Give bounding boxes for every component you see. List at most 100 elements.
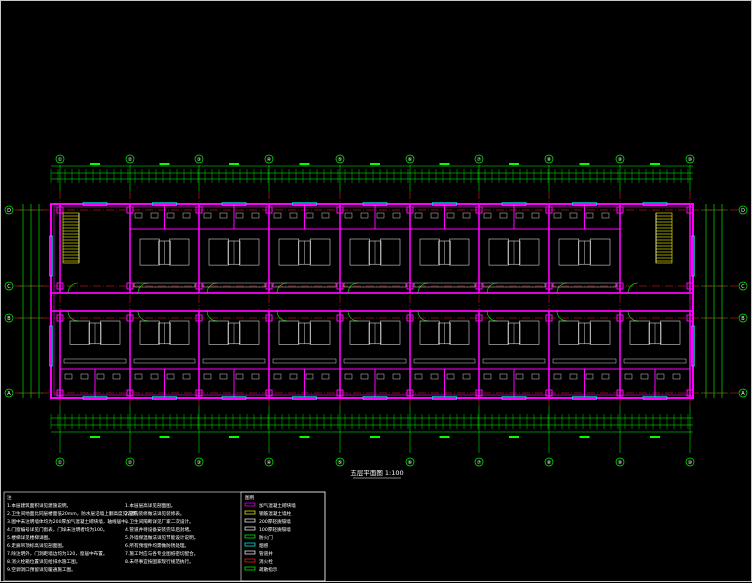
axis-bubble-label: ④: [267, 157, 272, 163]
stair-east: [655, 212, 673, 264]
fixture: [96, 373, 105, 380]
dim-text-mark: [509, 436, 519, 438]
dim-text-mark: [650, 436, 660, 438]
fixture: [446, 373, 455, 380]
legend-swatch: [244, 526, 256, 531]
fixture: [531, 212, 540, 219]
legend-swatch: [244, 534, 256, 539]
dim-text-mark: [439, 436, 450, 438]
note-line: 2.卫生间地面比同层楼面低20mm，防水层沿墙上翻高度见说明。: [7, 510, 141, 517]
bed: [169, 320, 190, 345]
fixture: [462, 212, 471, 219]
dim-text-mark: [90, 163, 100, 165]
wardrobe: [133, 358, 196, 364]
fixture: [219, 212, 228, 219]
legend-swatch: [244, 518, 256, 523]
dim-text-mark: [299, 163, 310, 165]
notes-left-column: 1.本层建筑面积详见建施说明。2.卫生间地面比同层楼面低20mm，防水层沿墙上翻…: [7, 502, 141, 573]
fixture: [344, 212, 353, 219]
axis-grid: [15, 191, 741, 406]
dim-text-mark: [299, 436, 310, 438]
fixture: [182, 373, 191, 380]
fixture: [553, 212, 562, 219]
bed: [278, 238, 300, 266]
fixture: [430, 212, 439, 219]
door-swing: [556, 310, 568, 322]
fixture: [64, 373, 73, 380]
door-swing: [276, 310, 288, 322]
wardrobe: [343, 358, 407, 364]
note-line: 7.施工时应与各专业图纸密切配合。: [125, 550, 198, 557]
fixture: [289, 373, 298, 380]
dim-text-mark: [579, 436, 590, 438]
legend-swatch: [244, 510, 256, 515]
door-swing: [417, 310, 429, 322]
fixture: [134, 373, 143, 380]
axis-bubble-label: ④: [267, 460, 272, 466]
door-swing: [137, 282, 149, 294]
axis-bubble-label: D: [7, 208, 11, 214]
dim-text-mark: [579, 163, 590, 165]
fixture: [392, 212, 401, 219]
note-line: 8.消火栓箱位置详见给排水施工图。: [7, 558, 80, 565]
fixture: [672, 373, 681, 380]
door-swing: [276, 282, 288, 294]
dim-text-mark: [229, 163, 239, 165]
wardrobe: [202, 358, 266, 364]
bed: [380, 320, 401, 345]
note-line: 5.楼梯详见楼梯详图。: [7, 534, 53, 541]
bed: [208, 238, 229, 266]
fixture: [515, 373, 524, 380]
bed: [239, 238, 260, 266]
fixture: [273, 373, 282, 380]
axis-bubble-label: ⑦: [477, 460, 482, 466]
fixture: [499, 373, 508, 380]
fixture: [531, 373, 540, 380]
note-line: 3.卫生间隔断详见厂家二次设计。: [125, 518, 194, 525]
dim-text-mark: [439, 163, 450, 165]
legend-swatch: [244, 502, 256, 507]
fixture: [376, 373, 385, 380]
note-line: 2.室内装修做法详见装修表。: [125, 510, 185, 517]
door-swing: [347, 282, 359, 294]
bed: [309, 320, 331, 345]
legend-item: 疏散指示: [259, 566, 278, 573]
note-line: 5.外墙保温做法详见节能设计说明。: [125, 534, 198, 541]
fixture: [483, 373, 492, 380]
fixture: [219, 373, 228, 380]
bed: [449, 320, 470, 345]
legend-item: 加气混凝土砌块墙: [259, 502, 296, 509]
bed: [380, 238, 401, 266]
fixture: [483, 212, 492, 219]
wardrobe: [552, 358, 617, 364]
axis-bubble-label: ⑦: [477, 157, 482, 163]
note-line: 8.未尽事宜按国家现行规范执行。: [125, 558, 194, 565]
legend-swatch: [244, 566, 256, 571]
dim-text-mark: [370, 436, 380, 438]
fixture: [430, 373, 439, 380]
bed: [589, 320, 611, 345]
axis-bubble-label: ①: [58, 460, 63, 466]
axis-bubble-label: ②: [128, 157, 133, 163]
legend-item: 消火栓: [259, 558, 273, 565]
door-swing: [627, 310, 639, 322]
door-swing: [627, 282, 639, 294]
bed: [309, 238, 331, 266]
legend-item: 防火门: [259, 534, 273, 541]
bed: [629, 320, 650, 345]
bed: [349, 238, 370, 266]
door-swing: [206, 282, 218, 294]
axis-bubble-label: A: [741, 391, 745, 397]
fixture: [80, 373, 89, 380]
cad-drawing-canvas: ① ① ② ② ③ ③ ④ ④ ⑤ ⑤ ⑥ ⑥ ⑦ ⑦ ⑧ ⑧ ⑨ ⑨ ⑩ ⑩ D D C C B B A A 五层平面图 1:100…: [0, 0, 752, 582]
axis-bubble-label: ⑩: [688, 157, 693, 163]
bed: [519, 320, 540, 345]
fixture: [182, 212, 191, 219]
fixture: [640, 373, 649, 380]
bed: [558, 238, 580, 266]
legend-item: 钢筋混凝土墙柱: [259, 510, 292, 517]
fixture: [166, 212, 175, 219]
bed: [660, 320, 681, 345]
note-line: 3.图中未注明墙体均为200厚加气混凝土砌块墙，轴线居中。: [7, 518, 130, 525]
legend-list: 加气混凝土砌块墙钢筋混凝土墙柱200厚轻质隔墙100厚轻质隔墙防火门烟感管道井消…: [244, 502, 296, 573]
